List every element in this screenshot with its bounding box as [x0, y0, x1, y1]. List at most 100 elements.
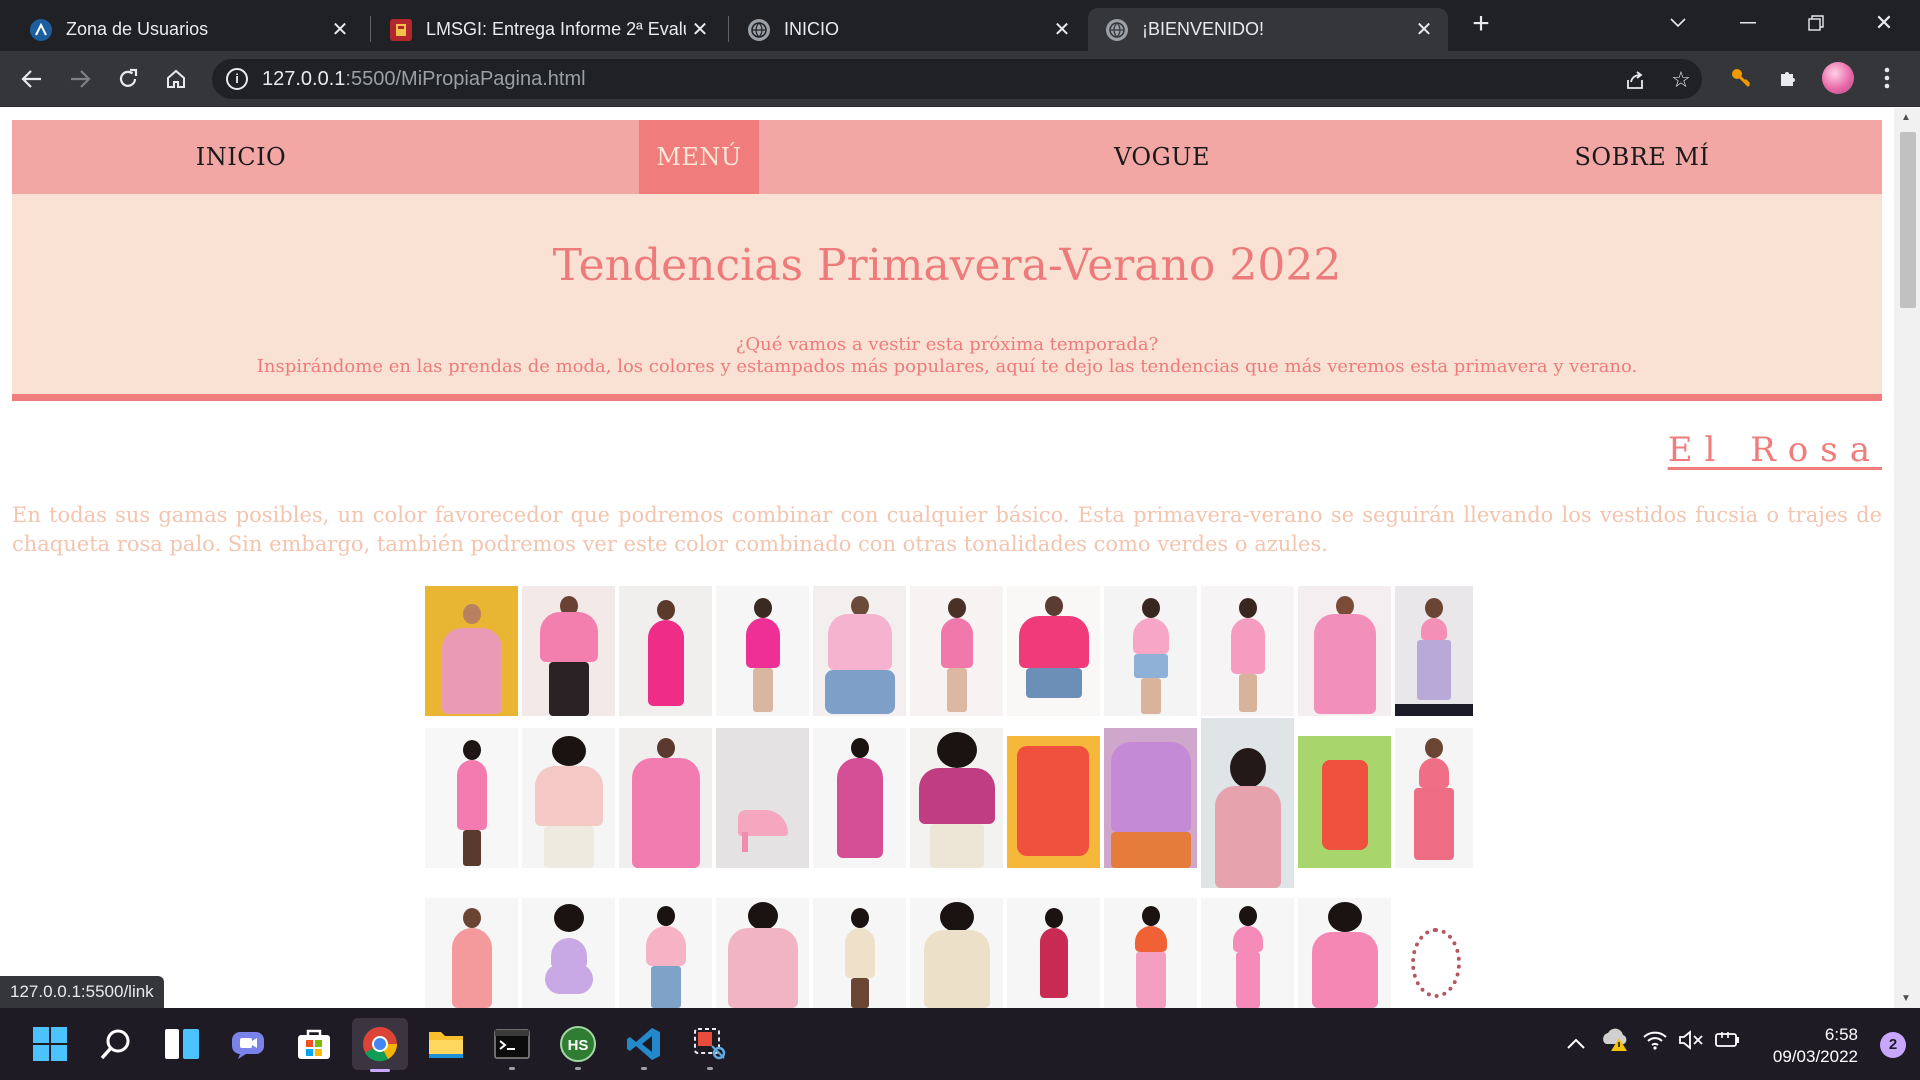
gallery-photo[interactable] [522, 898, 615, 1008]
teams-chat-icon[interactable] [224, 1020, 272, 1068]
nav-sobre-mi[interactable]: SOBRE MÍ [1492, 120, 1792, 194]
svg-text:HS: HS [568, 1037, 589, 1054]
gallery-photo[interactable] [1298, 736, 1391, 868]
store-icon[interactable] [290, 1020, 338, 1068]
bookmark-star-icon[interactable]: ☆ [1666, 65, 1696, 95]
minimize-button[interactable] [1718, 6, 1778, 40]
tab-search-chevron-icon[interactable] [1648, 6, 1708, 40]
scroll-up-arrow-icon[interactable]: ▲ [1901, 112, 1911, 123]
windows-start-icon[interactable] [26, 1020, 74, 1068]
address-bar[interactable]: i 127.0.0.1:5500/MiPropiaPagina.html ☆ [212, 59, 1702, 99]
notification-badge[interactable]: 2 [1880, 1032, 1906, 1058]
close-tab-icon[interactable]: ✕ [1410, 16, 1438, 44]
gallery-photo[interactable] [813, 728, 906, 868]
scroll-down-arrow-icon[interactable]: ▼ [1901, 993, 1911, 1004]
new-tab-button[interactable]: + [1466, 9, 1496, 40]
taskbar-clock[interactable]: 6:58 09/03/2022 [1773, 1024, 1858, 1068]
gallery-photo[interactable] [1104, 728, 1197, 868]
gallery-photo[interactable] [619, 728, 712, 868]
hero-description: Inspirándome en las prendas de moda, los… [256, 356, 1638, 377]
gallery-photo[interactable] [1007, 736, 1100, 868]
gallery-photo[interactable] [910, 586, 1003, 716]
school-crest-icon [390, 18, 412, 41]
site-info-icon[interactable]: i [226, 68, 248, 90]
gallery-photo[interactable] [522, 586, 615, 716]
address-url[interactable]: 127.0.0.1:5500/MiPropiaPagina.html [262, 68, 586, 91]
nav-inicio[interactable]: INICIO [12, 120, 470, 194]
vscode-icon[interactable] [620, 1020, 668, 1070]
gallery-photo[interactable] [813, 586, 906, 716]
gallery-photo[interactable] [1395, 728, 1473, 868]
gallery-photo[interactable] [1395, 586, 1473, 716]
wifi-icon[interactable] [1642, 1030, 1668, 1056]
windows-taskbar: HS 6:58 09/03/2022 2 [0, 1008, 1920, 1080]
section-title-el-rosa[interactable]: El Rosa [1668, 430, 1882, 470]
gallery-photo[interactable] [1007, 898, 1100, 1008]
key-extension-icon[interactable] [1724, 61, 1758, 95]
section-text: En todas sus gamas posibles, un color fa… [12, 503, 1882, 556]
back-button[interactable] [14, 61, 50, 97]
gallery-photo[interactable] [716, 898, 809, 1008]
hero-banner: Tendencias Primavera-Verano 2022 ¿Qué va… [12, 194, 1882, 401]
scrollbar-thumb[interactable] [1900, 132, 1916, 308]
page-title: Tendencias Primavera-Verano 2022 [552, 240, 1342, 291]
more-menu-icon[interactable] [1870, 61, 1904, 95]
close-tab-icon[interactable]: ✕ [326, 16, 354, 44]
profile-avatar[interactable] [1822, 62, 1854, 94]
restore-button[interactable] [1786, 6, 1846, 40]
home-button[interactable] [158, 61, 194, 97]
nav-vogue[interactable]: VOGUE [1012, 120, 1312, 194]
gallery-photo[interactable] [1104, 586, 1197, 716]
share-icon[interactable] [1620, 65, 1650, 95]
gallery-photo[interactable] [1298, 898, 1391, 1008]
clock-date: 09/03/2022 [1772, 1047, 1858, 1066]
show-hidden-icons-chevron-icon[interactable] [1566, 1030, 1586, 1056]
extensions-puzzle-icon[interactable] [1772, 61, 1806, 95]
close-tab-icon[interactable]: ✕ [1048, 16, 1076, 44]
terminal-icon[interactable] [488, 1020, 536, 1070]
nav-menu[interactable]: MENÚ [639, 120, 759, 194]
tab-bienvenido[interactable]: ¡BIENVENIDO! ✕ [1088, 8, 1448, 51]
task-view-icon[interactable] [158, 1020, 206, 1068]
gallery-photo[interactable] [1298, 586, 1391, 716]
close-tab-icon[interactable]: ✕ [686, 16, 714, 44]
tab-lmsgi[interactable]: LMSGI: Entrega Informe 2ª Evaluac ✕ [372, 8, 724, 51]
gallery-photo[interactable] [1104, 898, 1197, 1008]
globe-icon [748, 18, 770, 41]
gallery-photo[interactable] [813, 898, 906, 1008]
volume-muted-icon[interactable] [1678, 1030, 1704, 1056]
gallery-photo[interactable] [910, 898, 1003, 1008]
reload-button[interactable] [110, 61, 146, 97]
file-explorer-icon[interactable] [422, 1020, 470, 1068]
snipping-tool-icon[interactable] [686, 1020, 734, 1070]
search-icon[interactable] [92, 1020, 140, 1068]
gallery-photo[interactable] [716, 728, 809, 868]
close-window-button[interactable]: ✕ [1854, 6, 1914, 40]
gallery-photo[interactable] [716, 586, 809, 716]
gallery-photo[interactable] [1007, 586, 1100, 716]
hs-app-icon[interactable]: HS [554, 1020, 602, 1070]
forward-button[interactable] [62, 61, 98, 97]
gallery-photo[interactable] [1395, 898, 1473, 1008]
tab-title: INICIO [784, 19, 840, 39]
gallery-photo[interactable] [425, 728, 518, 868]
gallery-photo[interactable] [1201, 898, 1294, 1008]
gallery-photo[interactable] [522, 728, 615, 868]
gallery-photo[interactable] [425, 898, 518, 1008]
gallery-row [425, 586, 1473, 716]
gallery-photo[interactable] [910, 728, 1003, 868]
gallery-photo[interactable] [619, 586, 712, 716]
hero-question: ¿Qué vamos a vestir esta próxima tempora… [735, 334, 1159, 355]
chrome-icon[interactable] [352, 1018, 408, 1072]
tab-title: LMSGI: Entrega Informe 2ª Evaluac [426, 19, 686, 39]
gallery-photo[interactable] [619, 898, 712, 1008]
page-scrollbar[interactable]: ▲ ▼ [1894, 108, 1920, 1008]
clock-time: 6:58 [1824, 1025, 1858, 1044]
gallery-photo[interactable] [425, 586, 518, 716]
onedrive-warning-icon[interactable] [1600, 1026, 1630, 1058]
battery-charging-icon[interactable] [1714, 1030, 1742, 1056]
tab-zona-de-usuarios[interactable]: Zona de Usuarios ✕ [12, 8, 364, 51]
gallery-photo[interactable] [1201, 586, 1294, 716]
tab-inicio[interactable]: INICIO ✕ [730, 8, 1086, 51]
gallery-photo[interactable] [1201, 718, 1294, 888]
